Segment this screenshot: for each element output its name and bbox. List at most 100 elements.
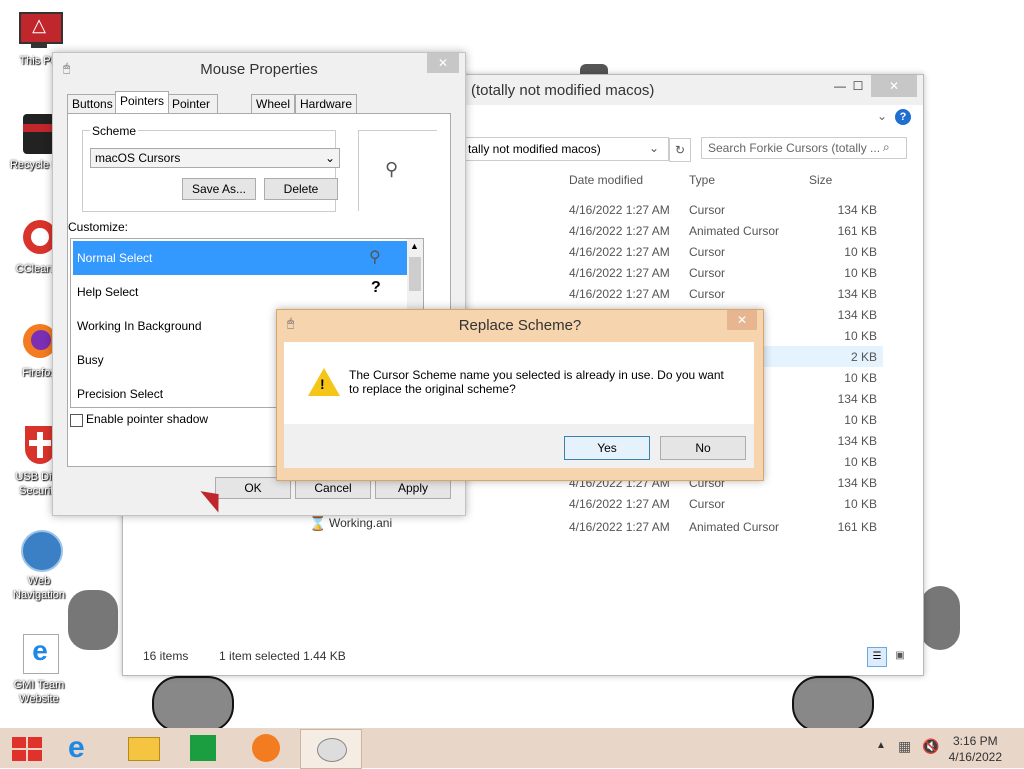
clock-date: 4/16/2022 [948,750,1002,764]
pointer-shadow-checkbox[interactable] [70,414,83,427]
expand-ribbon-chevron-icon[interactable]: ⌄ [877,109,887,123]
taskbar-firefox[interactable] [238,729,290,767]
list-item-normal-select[interactable]: Normal Select [73,241,411,275]
character-right-hand [920,586,960,650]
details-view-icon[interactable]: ☰ [867,647,887,667]
large-icons-view-icon[interactable]: ▣ [891,647,909,665]
scroll-thumb[interactable] [409,257,421,291]
system-clock[interactable]: 3:16 PM 4/16/2022 [949,733,1002,765]
character-right-foot [792,676,874,732]
scheme-select-value: macOS Cursors [95,151,181,165]
scroll-up-icon[interactable]: ▲ [410,241,419,251]
desktop-icon-label: GMI Team Website [13,679,65,705]
status-bar: 16 items 1 item selected 1.44 KB [143,649,346,663]
save-as-button[interactable]: Save As... [182,178,256,200]
cell-size: 134 KB [837,308,877,322]
delete-button[interactable]: Delete [264,178,338,200]
dialog-message-line1: The Cursor Scheme name you selected is a… [349,368,724,382]
file-name[interactable]: Working.ani [329,516,392,530]
show-hidden-icons-chevron-icon[interactable]: ▲ [876,740,886,751]
status-selected: 1 item selected 1.44 KB [219,649,346,663]
cell-type: Animated Cursor [689,224,780,238]
cell-type: Animated Cursor [689,520,780,534]
network-icon[interactable]: ▦ [898,738,911,755]
cell-size: 161 KB [837,224,877,238]
character-left-hand [68,590,118,650]
clock-time: 3:16 PM [952,734,998,748]
tab-buttons[interactable]: Buttons [67,94,118,113]
cell-size: 2 KB [850,350,877,364]
tab-hardware[interactable]: Hardware [295,94,358,113]
cell-size: 134 KB [837,392,877,406]
cell-type: Cursor [689,203,726,217]
cell-type: Cursor [689,266,726,280]
cell-size: 134 KB [837,203,877,217]
volume-muted-icon[interactable]: 🔇 [922,738,939,755]
cell-size: 10 KB [844,245,877,259]
table-row[interactable]: 4/16/2022 1:27 AM Animated Cursor 161 KB [563,516,883,537]
help-icon[interactable]: ? [895,109,911,125]
close-button[interactable]: ✕ [427,53,459,73]
cell-date: 4/16/2022 1:27 AM [569,266,670,280]
cell-size: 161 KB [837,520,877,534]
table-row[interactable]: 4/16/2022 1:27 AM Animated Cursor 161 KB [563,220,883,241]
table-row[interactable]: 4/16/2022 1:27 AM Cursor 134 KB [563,283,883,304]
no-button[interactable]: No [660,436,746,460]
maximize-button[interactable]: ☐ [843,75,873,97]
refresh-icon[interactable]: ↻ [669,138,691,162]
dialog-button-area: Yes No [284,424,754,468]
address-bar[interactable]: tally not modified macos) [463,137,669,161]
column-header-size[interactable]: Size [809,173,832,187]
cell-size: 10 KB [844,455,877,469]
taskbar-store[interactable] [176,729,228,767]
cell-size: 10 KB [844,329,877,343]
tab-pointers[interactable]: Pointers [115,91,170,113]
internet-explorer-icon: e [17,632,61,676]
dialog-message: The Cursor Scheme name you selected is a… [349,368,724,396]
cell-size: 10 KB [844,497,877,511]
tab-wheel[interactable]: Wheel [251,94,296,113]
search-icon: ⌕ [883,140,890,154]
scheme-select[interactable]: macOS Cursors ⌄ [90,148,340,168]
customize-label: Customize: [68,220,129,234]
dialog-title: Replace Scheme? [458,317,582,334]
tab-pointer-options[interactable]: Pointer Options [167,94,219,129]
column-header-type[interactable]: Type [689,173,715,187]
close-button[interactable]: ✕ [871,75,917,97]
dialog-title: Mouse Properties [200,61,318,78]
cell-date: 4/16/2022 1:27 AM [569,520,670,534]
list-item-help-select[interactable]: Help Select [73,275,411,309]
cell-date: 4/16/2022 1:27 AM [569,203,670,217]
cursor-preview: ⚲ [358,130,437,211]
character-left-foot [152,676,234,732]
yes-button[interactable]: Yes [564,436,650,460]
desktop-icon-web-navigation[interactable]: Web Navigation [4,528,74,602]
column-header-date[interactable]: Date modified [569,173,643,187]
this-pc-icon: △ [17,8,63,52]
cell-date: 4/16/2022 1:27 AM [569,497,670,511]
search-input[interactable]: Search Forkie Cursors (totally ... [701,137,907,159]
cell-type: Cursor [689,497,726,511]
address-dropdown-icon[interactable]: ⌄ [649,141,659,155]
globe-icon [17,528,63,572]
taskbar-file-explorer[interactable] [116,729,168,767]
taskbar-internet-explorer[interactable]: e [56,729,108,767]
warning-exclamation: ! [320,376,325,392]
help-cursor-icon: ? [371,279,381,296]
cell-size: 10 KB [844,266,877,280]
table-row[interactable]: 4/16/2022 1:27 AM Cursor 10 KB [563,262,883,283]
table-row[interactable]: 4/16/2022 1:27 AM Cursor 10 KB [563,241,883,262]
mouse-icon [317,738,347,762]
close-button[interactable]: ✕ [727,310,757,330]
taskbar-mouse-properties[interactable] [300,729,362,769]
pointer-shadow-label[interactable]: Enable pointer shadow [86,412,208,426]
desktop-icon-gmi-team-website[interactable]: e GMI Team Website [4,632,74,706]
table-row[interactable]: 4/16/2022 1:27 AM Cursor 134 KB [563,199,883,220]
start-button[interactable] [2,729,54,767]
cell-size: 134 KB [837,476,877,490]
taskbar: e ▲ ▦ 🔇 3:16 PM 4/16/2022 [0,728,1024,769]
normal-select-cursor-icon: ⚲ [369,249,381,266]
desktop-icon-label: Web Navigation [13,575,65,601]
address-text: tally not modified macos) [468,142,601,156]
table-row[interactable]: 4/16/2022 1:27 AM Cursor 10 KB [563,493,883,514]
